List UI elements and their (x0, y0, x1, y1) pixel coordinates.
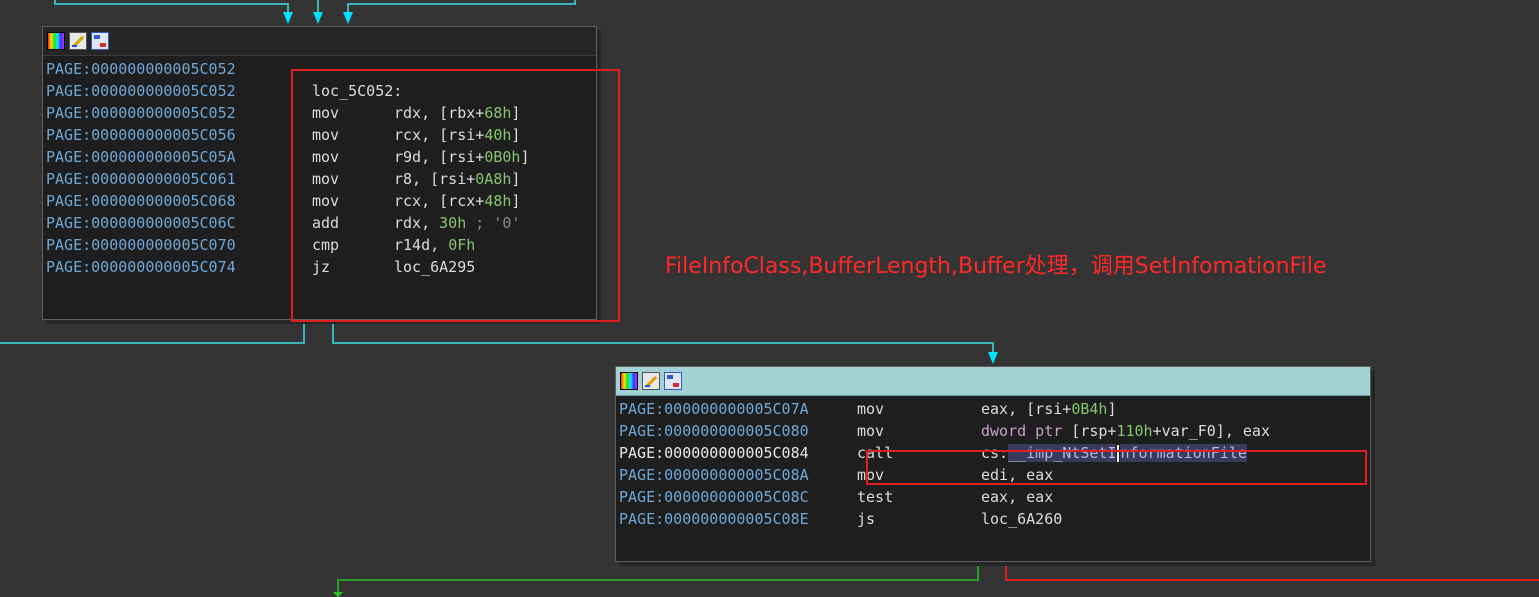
annotation-box-call (866, 450, 1367, 485)
palette-icon[interactable] (47, 32, 65, 50)
operand-token: eax, eax (981, 488, 1054, 506)
code-line[interactable]: PAGE:000000000005C08C test eax, eax (616, 486, 1370, 508)
line-address: PAGE:000000000005C084 (619, 444, 809, 462)
arrow-head-node2 (988, 352, 998, 364)
code-line[interactable]: PAGE:000000000005C08E js loc_6A260 (616, 508, 1370, 530)
arrow-head-green (333, 592, 343, 597)
node-header (43, 27, 596, 56)
code-line[interactable]: PAGE:000000000005C07A mov eax, [rsi+0B4h] (616, 398, 1370, 420)
mnemonic: mov (857, 422, 885, 440)
operand-token: [rsp+ (1062, 422, 1117, 440)
edge-top-right (347, 0, 576, 12)
line-address: PAGE:000000000005C052 (46, 104, 236, 122)
edge-green-out (337, 560, 979, 597)
line-address: PAGE:000000000005C052 (46, 60, 236, 78)
edit-icon[interactable] (69, 32, 87, 50)
line-address: PAGE:000000000005C05A (46, 148, 236, 166)
mnemonic: test (857, 488, 894, 506)
operand-token: loc_6A260 (981, 510, 1063, 528)
graph-icon[interactable] (664, 372, 682, 390)
operand-token: dword ptr (981, 422, 1063, 440)
node-header (616, 367, 1370, 396)
line-address: PAGE:000000000005C061 (46, 170, 236, 188)
edge-top-left (54, 0, 289, 12)
operand-token: +var_F0], eax (1152, 422, 1270, 440)
operand-token: eax, [rsi+ (981, 400, 1072, 418)
line-address: PAGE:000000000005C08C (619, 488, 809, 506)
operands[interactable]: eax, [rsi+0B4h] (981, 398, 1116, 420)
mnemonic: js (857, 510, 876, 528)
graph-icon[interactable] (91, 32, 109, 50)
line-address: PAGE:000000000005C08A (619, 466, 809, 484)
line-address: PAGE:000000000005C074 (46, 258, 236, 276)
line-address: PAGE:000000000005C070 (46, 236, 236, 254)
operands[interactable]: loc_6A260 (981, 508, 1062, 530)
line-address: PAGE:000000000005C07A (619, 400, 809, 418)
operands[interactable]: dword ptr [rsp+110h+var_F0], eax (981, 420, 1270, 442)
palette-icon[interactable] (620, 372, 638, 390)
edge-left-exit (0, 322, 305, 344)
arrow-head-1 (283, 12, 293, 24)
arrow-head-3 (343, 12, 353, 24)
arrow-head-2 (313, 12, 323, 24)
line-address: PAGE:000000000005C052 (46, 82, 236, 100)
annotation-box-registers (291, 69, 620, 322)
mnemonic: mov (857, 400, 885, 418)
operands[interactable]: eax, eax (981, 486, 1053, 508)
line-address: PAGE:000000000005C06C (46, 214, 236, 232)
operand-token: 0B4h (1071, 400, 1108, 418)
annotation-text: FileInfoClass,BufferLength,Buffer处理，调用Se… (665, 254, 1327, 279)
line-address: PAGE:000000000005C068 (46, 192, 236, 210)
line-address: PAGE:000000000005C080 (619, 422, 809, 440)
edge-to-node2 (332, 322, 994, 356)
edit-icon[interactable] (642, 372, 660, 390)
code-line[interactable]: PAGE:000000000005C080 mov dword ptr [rsp+1… (616, 420, 1370, 442)
line-address: PAGE:000000000005C056 (46, 126, 236, 144)
edge-red-out (1005, 560, 1539, 581)
line-address: PAGE:000000000005C08E (619, 510, 809, 528)
operand-token: 110h (1116, 422, 1153, 440)
operand-token: ] (1107, 400, 1117, 418)
